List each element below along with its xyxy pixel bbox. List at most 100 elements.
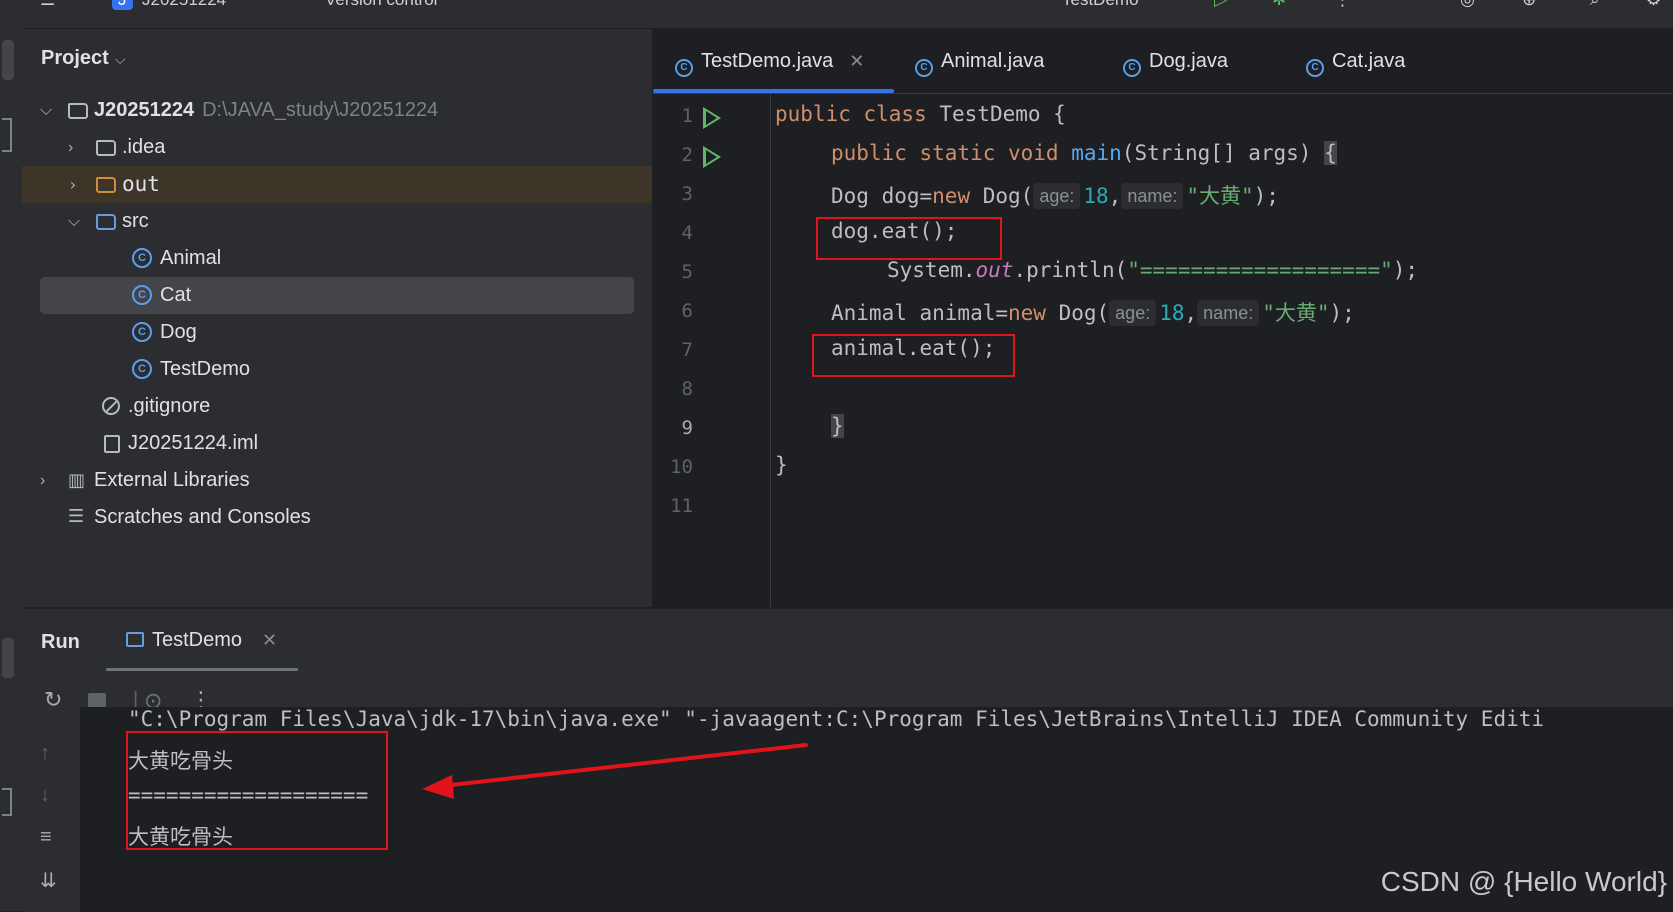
editor-gutter: 1 2 3 4 5 6 7 8 9 10 11: [653, 93, 769, 607]
tree-item-label: .gitignore: [128, 395, 211, 417]
code-line-3[interactable]: Dog dog=new Dog(age: 18, name: "大黄");: [831, 180, 1279, 210]
chevron-right-icon[interactable]: ›: [68, 166, 78, 203]
tree-item-external-libraries[interactable]: › ▥ External Libraries: [22, 462, 652, 499]
parameter-hint: age:: [1109, 300, 1157, 326]
main-menu-icon[interactable]: ☰: [40, 0, 55, 10]
library-icon: ▥: [68, 470, 86, 490]
source-folder-icon: [96, 214, 116, 230]
code-line-10[interactable]: }: [775, 453, 788, 477]
run-gutter-icon[interactable]: [703, 146, 721, 168]
chevron-down-icon[interactable]: ⌵: [40, 92, 52, 129]
run-gutter-icon[interactable]: [703, 107, 721, 129]
project-panel: Project ⌵ ⌵ J20251224 D:\JAVA_study\J20251…: [22, 29, 652, 607]
tab-animal[interactable]: C Animal.java: [915, 29, 1044, 93]
tree-item-testdemo[interactable]: C TestDemo: [22, 351, 652, 388]
run-icon[interactable]: ▷: [1214, 0, 1227, 10]
scroll-to-end-icon[interactable]: ⇊: [40, 868, 57, 893]
tree-item-label: TestDemo: [160, 358, 251, 380]
tab-label: TestDemo.java: [701, 50, 834, 72]
terminal-tool-icon[interactable]: [2, 788, 12, 816]
class-icon: C: [132, 322, 152, 342]
chevron-right-icon[interactable]: ›: [68, 129, 73, 166]
tree-item-scratches[interactable]: ☰ Scratches and Consoles: [22, 499, 652, 536]
module-folder-icon: [68, 103, 88, 119]
tab-testdemo[interactable]: C TestDemo.java ✕: [675, 29, 864, 93]
watermark: CSDN @ {Hello World}: [1380, 866, 1667, 897]
project-tool-icon[interactable]: [2, 40, 14, 80]
tree-item-cat[interactable]: C Cat: [40, 277, 634, 314]
tree-item-label: Scratches and Consoles: [94, 506, 311, 528]
chevron-down-icon: ⌵: [114, 51, 126, 67]
vcs-widget[interactable]: Version control: [325, 0, 437, 10]
rerun-icon[interactable]: ↻: [44, 687, 62, 713]
line-number: 11: [670, 495, 693, 517]
parameter-hint: age:: [1033, 183, 1081, 209]
commit-tool-icon[interactable]: [2, 118, 12, 152]
tree-root[interactable]: ⌵ J20251224 D:\JAVA_study\J20251224: [22, 92, 652, 129]
code-line-9[interactable]: }: [831, 414, 844, 438]
class-icon: C: [132, 248, 152, 268]
tree-item-gitignore[interactable]: .gitignore: [22, 388, 652, 425]
arrow-down-icon[interactable]: ↓: [40, 784, 50, 807]
runnable-class-icon: C: [132, 359, 152, 379]
tree-item-label: J20251224.iml: [128, 432, 259, 454]
ignore-file-icon: [102, 397, 120, 415]
active-run-tab-indicator: [106, 668, 298, 671]
tree-item-label: Animal: [160, 247, 222, 269]
editor-tabs: C TestDemo.java ✕ C Animal.java C Dog.java C…: [653, 29, 1673, 94]
annotation-box-animal-eat: [812, 334, 1015, 377]
code-line-6[interactable]: Animal animal=new Dog(age: 18, name: "大黄");: [831, 297, 1355, 327]
console-output[interactable]: "C:\Program Files\Java\jdk-17\bin\java.e…: [80, 707, 1673, 912]
tree-item-src[interactable]: ⌵ src: [22, 203, 652, 240]
more-icon[interactable]: ⋮: [1334, 0, 1351, 10]
runnable-class-icon: C: [675, 59, 693, 77]
line-number: 4: [681, 222, 693, 244]
close-icon[interactable]: ✕: [849, 51, 864, 71]
title-bar: ☰ J J20251224 Version control TestDemo ▷…: [0, 0, 1673, 29]
tree-item-iml[interactable]: J20251224.iml: [22, 425, 652, 462]
chevron-right-icon[interactable]: ›: [40, 462, 45, 499]
tab-dog[interactable]: C Dog.java: [1123, 29, 1228, 93]
project-panel-title[interactable]: Project ⌵: [41, 47, 125, 70]
close-icon[interactable]: ✕: [262, 630, 277, 650]
line-number: 1: [681, 105, 693, 127]
code-line-5[interactable]: System.out.println("==================="…: [887, 258, 1418, 282]
gutter-separator: [770, 93, 771, 607]
add-user-icon[interactable]: ⊕: [1522, 0, 1536, 10]
chevron-down-icon[interactable]: ⌵: [68, 203, 80, 240]
class-icon: C: [1306, 59, 1324, 77]
settings-icon[interactable]: ⚙: [1646, 0, 1661, 10]
folder-icon: [96, 140, 116, 156]
line-number: 3: [681, 183, 693, 205]
run-config-selector[interactable]: TestDemo: [1062, 0, 1139, 10]
tree-item-animal[interactable]: C Animal: [22, 240, 652, 277]
console-icon: [126, 632, 144, 647]
code-line-2[interactable]: public static void main(String[] args) {: [831, 141, 1337, 165]
run-tab-testdemo[interactable]: TestDemo ✕: [126, 629, 277, 652]
project-name[interactable]: J20251224: [142, 0, 226, 10]
search-icon[interactable]: ⌕: [1590, 0, 1600, 10]
arrow-up-icon[interactable]: ↑: [40, 742, 50, 765]
tree-item-label: External Libraries: [94, 469, 250, 491]
tool-window-strip: [0, 28, 23, 911]
parameter-hint: name:: [1197, 300, 1260, 326]
root-name: J20251224: [94, 99, 195, 121]
run-tool-icon[interactable]: [2, 638, 14, 678]
ai-icon[interactable]: ◎: [1460, 0, 1475, 10]
tab-cat[interactable]: C Cat.java: [1306, 29, 1405, 93]
soft-wrap-icon[interactable]: ≡: [40, 826, 52, 849]
tree-item-label: Cat: [160, 284, 192, 306]
tree-item-out[interactable]: › out: [22, 166, 652, 203]
excluded-folder-icon: [96, 177, 116, 193]
class-icon: C: [1123, 59, 1141, 77]
tree-item-dog[interactable]: C Dog: [22, 314, 652, 351]
run-panel-title: Run: [41, 631, 80, 653]
run-tab-label: TestDemo: [152, 629, 243, 651]
tab-label: Animal.java: [941, 50, 1045, 72]
debug-icon[interactable]: ✲: [1272, 0, 1286, 10]
project-badge[interactable]: J: [112, 0, 133, 10]
tree-item-label: .idea: [122, 136, 166, 158]
module-file-icon: [104, 435, 120, 453]
tree-item-idea[interactable]: › .idea: [22, 129, 652, 166]
code-line-1[interactable]: public class TestDemo {: [775, 102, 1066, 126]
